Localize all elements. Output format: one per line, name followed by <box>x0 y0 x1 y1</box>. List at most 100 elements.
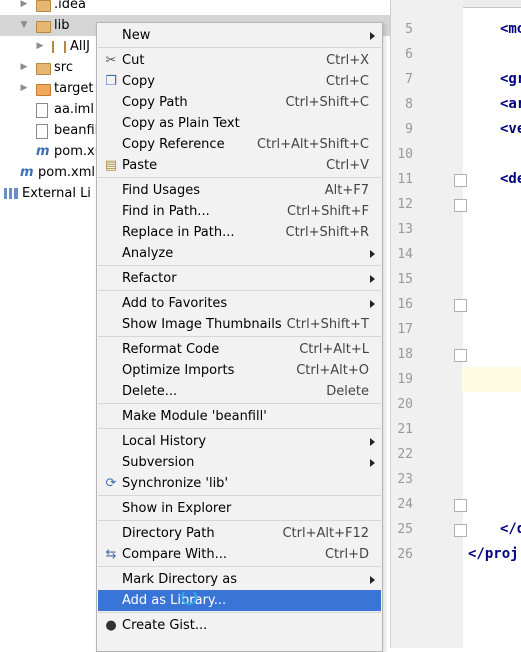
menu-item-label: Reformat Code <box>122 342 220 357</box>
menu-item-label: Show in Explorer <box>122 501 232 516</box>
menu-item-subversion[interactable]: Subversion <box>98 452 381 473</box>
menu-item-new[interactable]: New <box>98 25 381 46</box>
line-number: 5 <box>405 22 413 37</box>
menu-item-shortcut: Ctrl+Alt+Shift+C <box>256 137 369 152</box>
menu-separator <box>98 265 381 266</box>
code-editor[interactable]: 5 6 7 8 9 10 11 12 13 14 15 16 17 18 19 20 21 22 23 24 25 26 … <box>390 0 521 648</box>
menu-item-label: Subversion <box>122 455 195 470</box>
menu-item-label: Show Image Thumbnails <box>122 317 282 332</box>
fold-marker-icon[interactable] <box>454 349 467 362</box>
menu-separator <box>98 47 381 48</box>
menu-item-label: Paste <box>122 158 158 173</box>
menu-item-create-gist[interactable]: ● Create Gist... <box>98 615 381 636</box>
menu-item-label: Synchronize 'lib' <box>122 476 229 491</box>
menu-item-label: Replace in Path... <box>122 225 235 240</box>
fold-marker-icon[interactable] <box>454 299 467 312</box>
menu-item-paste[interactable]: ▤ Paste Ctrl+V <box>98 155 381 176</box>
menu-item-compare-with[interactable]: ⇆ Compare With... Ctrl+D <box>98 544 381 565</box>
line-number: 25 <box>397 522 413 537</box>
context-menu: New ✂ Cut Ctrl+X ❐ Copy Ctrl+C Copy Path Ctrl+Sh… <box>96 22 383 652</box>
menu-item-label: Add to Favorites <box>122 296 228 311</box>
menu-item-label: Optimize Imports <box>122 363 235 378</box>
line-number: 26 <box>397 547 413 562</box>
line-number: 20 <box>397 397 413 412</box>
menu-item-label: Copy Path <box>122 95 188 110</box>
fold-marker-icon[interactable] <box>454 199 467 212</box>
fold-marker-icon[interactable] <box>454 524 467 537</box>
menu-item-label: Cut <box>122 53 145 68</box>
menu-item-find-in-path[interactable]: Find in Path... Ctrl+Shift+F <box>98 201 381 222</box>
menu-item-local-history[interactable]: Local History <box>98 431 381 452</box>
menu-item-find-usages[interactable]: Find Usages Alt+F7 <box>98 180 381 201</box>
folder-icon <box>36 0 51 12</box>
menu-item-show-in-explorer[interactable]: Show in Explorer <box>98 498 381 519</box>
menu-item-mark-directory-as[interactable]: Mark Directory as <box>98 569 381 590</box>
menu-item-shortcut: Ctrl+Shift+F <box>287 204 369 219</box>
expand-arrow-right-icon[interactable]: ▶ <box>18 57 30 78</box>
menu-separator <box>98 566 381 567</box>
expand-arrow-right-icon[interactable]: ▶ <box>34 36 46 57</box>
menu-item-shortcut: Alt+F7 <box>324 183 369 198</box>
code-line[interactable]: </d <box>500 517 521 542</box>
editor-tab[interactable] <box>462 0 521 8</box>
menu-item-replace-in-path[interactable]: Replace in Path... Ctrl+Shift+R <box>98 222 381 243</box>
menu-item-analyze[interactable]: Analyze <box>98 243 381 264</box>
menu-item-shortcut: Ctrl+Shift+C <box>285 95 369 110</box>
menu-item-label: Refactor <box>122 271 177 286</box>
folder-icon <box>36 63 51 75</box>
code-line[interactable]: <ve <box>500 117 521 142</box>
menu-item-synchronize-lib[interactable]: ⟳ Synchronize 'lib' <box>98 473 381 494</box>
menu-separator <box>98 612 381 613</box>
expand-arrow-down-icon[interactable]: ▼ <box>18 15 30 36</box>
fold-marker-icon[interactable] <box>454 499 467 512</box>
code-line[interactable]: </proj <box>468 542 519 567</box>
code-line[interactable]: <de <box>500 167 521 192</box>
menu-item-directory-path[interactable]: Directory Path Ctrl+Alt+F12 <box>98 523 381 544</box>
menu-item-reformat-code[interactable]: Reformat Code Ctrl+Alt+L <box>98 339 381 360</box>
menu-item-show-image-thumbnails[interactable]: Show Image Thumbnails Ctrl+Shift+T <box>98 314 381 335</box>
menu-item-make-module-beanfill[interactable]: Make Module 'beanfill' <box>98 406 381 427</box>
menu-separator <box>98 290 381 291</box>
menu-item-copy-reference[interactable]: Copy Reference Ctrl+Alt+Shift+C <box>98 134 381 155</box>
line-number: 9 <box>405 122 413 137</box>
menu-item-shortcut: Delete <box>326 384 369 399</box>
folder-orange-icon <box>36 84 51 96</box>
expand-arrow-right-icon[interactable]: ▶ <box>18 78 30 99</box>
line-number: 22 <box>397 447 413 462</box>
menu-item-label: Copy Reference <box>122 137 225 152</box>
menu-item-copy-path[interactable]: Copy Path Ctrl+Shift+C <box>98 92 381 113</box>
expand-arrow-right-icon[interactable]: ▶ <box>18 0 30 15</box>
menu-item-cut[interactable]: ✂ Cut Ctrl+X <box>98 50 381 71</box>
menu-item-add-to-favorites[interactable]: Add to Favorites <box>98 293 381 314</box>
menu-item-delete[interactable]: Delete... Delete <box>98 381 381 402</box>
fold-marker-icon[interactable] <box>454 174 467 187</box>
line-number: 24 <box>397 497 413 512</box>
menu-item-label: Make Module 'beanfill' <box>122 409 267 424</box>
code-line[interactable]: <gr <box>500 67 521 92</box>
menu-item-refactor[interactable]: Refactor <box>98 268 381 289</box>
line-number: 15 <box>397 272 413 287</box>
tree-item-label: .idea <box>54 0 86 12</box>
line-number: 10 <box>397 147 413 162</box>
submenu-arrow-icon <box>370 32 375 40</box>
menu-item-shortcut: Ctrl+D <box>324 547 369 562</box>
menu-item-copy-as-plain-text[interactable]: Copy as Plain Text <box>98 113 381 134</box>
menu-item-label: Compare With... <box>122 547 228 562</box>
menu-separator <box>98 177 381 178</box>
code-line[interactable]: <ar <box>500 92 521 117</box>
line-number: 8 <box>405 97 413 112</box>
menu-item-copy[interactable]: ❐ Copy Ctrl+C <box>98 71 381 92</box>
tree-item-label: aa.iml <box>54 102 94 117</box>
menu-item-optimize-imports[interactable]: Optimize Imports Ctrl+Alt+O <box>98 360 381 381</box>
menu-item-label: Find Usages <box>122 183 201 198</box>
menu-item-add-as-library[interactable]: Add as Library... <box>98 590 381 611</box>
paste-icon: ▤ <box>104 158 118 173</box>
line-number: 6 <box>405 47 413 62</box>
tree-item[interactable]: ▶ .idea <box>0 0 390 15</box>
sync-icon: ⟳ <box>105 476 117 491</box>
compare-icon: ⇆ <box>105 547 117 562</box>
line-number: 14 <box>397 247 413 262</box>
library-icon <box>52 41 66 53</box>
menu-separator <box>98 403 381 404</box>
code-line[interactable]: <mo <box>500 17 521 42</box>
